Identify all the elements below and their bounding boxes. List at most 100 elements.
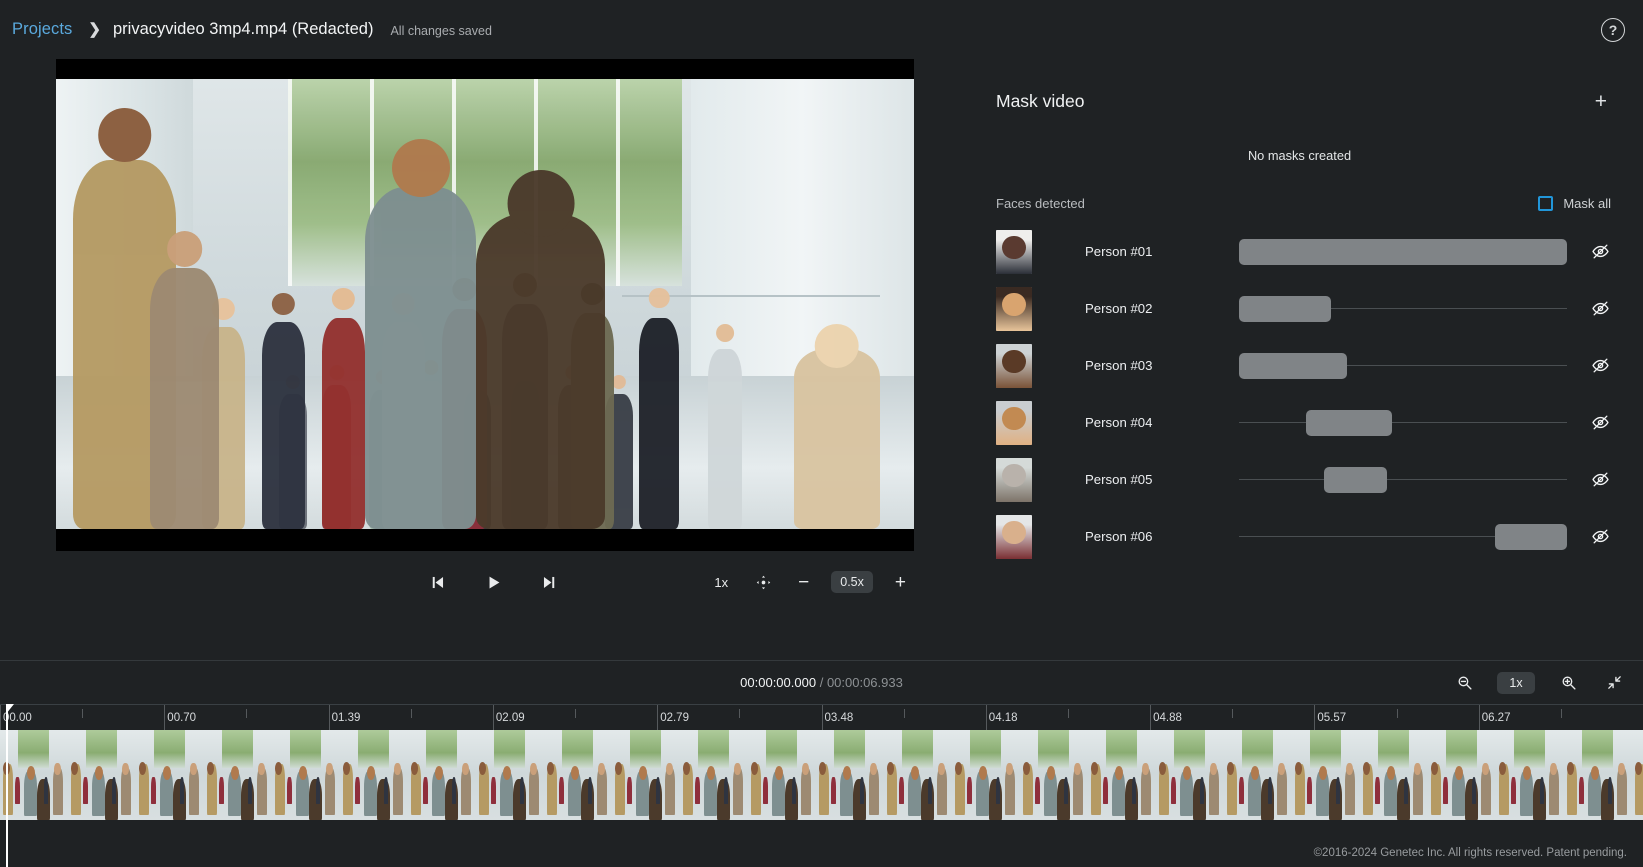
person-label: Person #06 [1085, 529, 1153, 544]
mask-range-slider[interactable] [1239, 466, 1567, 494]
panel-title: Mask video [996, 90, 1085, 111]
person-label: Person #03 [1085, 358, 1153, 373]
zoom-out-button[interactable]: − [798, 573, 809, 592]
zoom-level-button[interactable]: 0.5x [831, 571, 873, 593]
current-time: 00:00:00.000 [740, 675, 817, 690]
zoom-in-button[interactable]: + [895, 573, 906, 592]
slider-range-handle[interactable] [1494, 523, 1567, 550]
video-preview[interactable] [56, 59, 914, 551]
skip-previous-icon[interactable] [424, 569, 450, 595]
ruler-tick-minor [739, 709, 741, 718]
ruler-tick-minor [1560, 709, 1562, 718]
eye-off-icon[interactable] [1589, 241, 1611, 263]
pan-fit-icon[interactable] [750, 569, 776, 595]
ruler-tick-label: 01.39 [331, 712, 361, 724]
video-canvas [56, 79, 914, 529]
filmstrip-frame [1088, 730, 1156, 820]
face-row[interactable]: Person #03 [996, 337, 1613, 394]
timeline-tracks-area[interactable]: ©2016-2024 Genetec Inc. All rights reser… [0, 820, 1643, 867]
ruler-tick-minor [903, 709, 905, 718]
ruler-tick-label: 05.57 [1317, 712, 1347, 724]
playback-rate-label[interactable]: 1x [714, 575, 728, 590]
ruler-tick-minor [575, 709, 577, 718]
faces-detected-label: Faces detected [996, 196, 1085, 211]
eye-off-icon[interactable] [1589, 355, 1611, 377]
ruler-tick-label: 02.79 [660, 712, 689, 724]
player-controls: 1x − 0.5x + [56, 551, 914, 613]
slider-track [1239, 422, 1567, 423]
mask-all-checkbox[interactable] [1538, 196, 1554, 211]
total-time: 00:00:06.933 [826, 675, 903, 690]
filmstrip-frame [476, 730, 544, 820]
transport-controls [424, 569, 562, 595]
avatar [996, 286, 1032, 331]
ruler-tick-minor [1396, 709, 1398, 718]
person-label: Person #05 [1085, 472, 1153, 487]
person-label: Person #04 [1085, 415, 1153, 430]
mask-range-slider[interactable] [1239, 295, 1567, 323]
breadcrumb-projects-link[interactable]: Projects [10, 18, 74, 41]
ruler-tick-minor [410, 709, 412, 718]
timeline-playhead[interactable] [5, 704, 8, 867]
timeline-filmstrip[interactable] [0, 730, 1643, 820]
ruler-tick-minor [1232, 709, 1234, 718]
mask-range-slider[interactable] [1239, 409, 1567, 437]
ruler-tick-minor [1067, 709, 1069, 718]
faces-list: Person #01 Person #02 Person #03 Person #04… [996, 223, 1613, 565]
slider-range-handle[interactable] [1239, 352, 1348, 379]
face-row[interactable]: Person #06 [996, 508, 1613, 565]
time-readout: 00:00:00.000 / 00:00:06.933 [0, 675, 1643, 690]
eye-off-icon[interactable] [1589, 469, 1611, 491]
slider-range-handle[interactable] [1306, 409, 1392, 436]
avatar [996, 343, 1032, 388]
ruler-tick-label: 04.18 [988, 712, 1018, 724]
time-separator: / [819, 675, 824, 690]
avatar [996, 400, 1032, 445]
slider-range-handle[interactable] [1239, 295, 1331, 322]
player-column: 1x − 0.5x + [0, 59, 968, 660]
filmstrip-frame [204, 730, 272, 820]
ruler-tick-label: 00.70 [167, 712, 197, 724]
filmstrip-frame [1564, 730, 1632, 820]
panel-header: Mask video + [996, 81, 1613, 121]
eye-off-icon[interactable] [1589, 526, 1611, 548]
empty-state-text: No masks created [1247, 148, 1352, 163]
avatar [996, 457, 1032, 502]
filmstrip-frame [1020, 730, 1088, 820]
mask-range-slider[interactable] [1239, 352, 1567, 380]
face-row[interactable]: Person #04 [996, 394, 1613, 451]
filmstrip-frame [952, 730, 1020, 820]
play-icon[interactable] [480, 569, 506, 595]
timeline-zoom-level-button[interactable]: 1x [1497, 671, 1535, 694]
slider-range-handle[interactable] [1324, 466, 1387, 493]
face-row[interactable]: Person #02 [996, 280, 1613, 337]
mask-all-label: Mask all [1563, 196, 1611, 211]
mask-all-control[interactable]: Mask all [1538, 196, 1611, 211]
ruler-tick-label: 06.27 [1481, 712, 1511, 724]
slider-track [1239, 479, 1567, 480]
slider-range-handle[interactable] [1239, 238, 1567, 265]
ruler-tick-label: 02.09 [495, 712, 525, 724]
mask-range-slider[interactable] [1239, 523, 1567, 551]
avatar [996, 514, 1032, 559]
face-row[interactable]: Person #01 [996, 223, 1613, 280]
eye-off-icon[interactable] [1589, 298, 1611, 320]
timeline-toolbar: 00:00:00.000 / 00:00:06.933 1x [0, 660, 1643, 704]
filmstrip-frame [612, 730, 680, 820]
mask-range-slider[interactable] [1239, 238, 1567, 266]
zoom-in-icon[interactable] [1555, 670, 1581, 696]
filmstrip-frame [544, 730, 612, 820]
mask-video-panel: Mask video + No masks created Faces dete… [968, 59, 1643, 660]
zoom-out-icon[interactable] [1451, 670, 1477, 696]
add-mask-button[interactable]: + [1589, 89, 1613, 114]
eye-off-icon[interactable] [1589, 412, 1611, 434]
skip-next-icon[interactable] [536, 569, 562, 595]
collapse-icon[interactable] [1601, 670, 1627, 696]
filmstrip-frame [68, 730, 136, 820]
timeline-ruler[interactable]: 00.00 00.70 01.39 02.09 02.79 03.48 04.18 04.88… [0, 704, 1643, 730]
filmstrip-frame [1224, 730, 1292, 820]
video-scene [56, 79, 914, 529]
help-icon[interactable]: ? [1601, 17, 1625, 42]
face-row[interactable]: Person #05 [996, 451, 1613, 508]
timeline-playhead-handle[interactable] [5, 704, 14, 714]
